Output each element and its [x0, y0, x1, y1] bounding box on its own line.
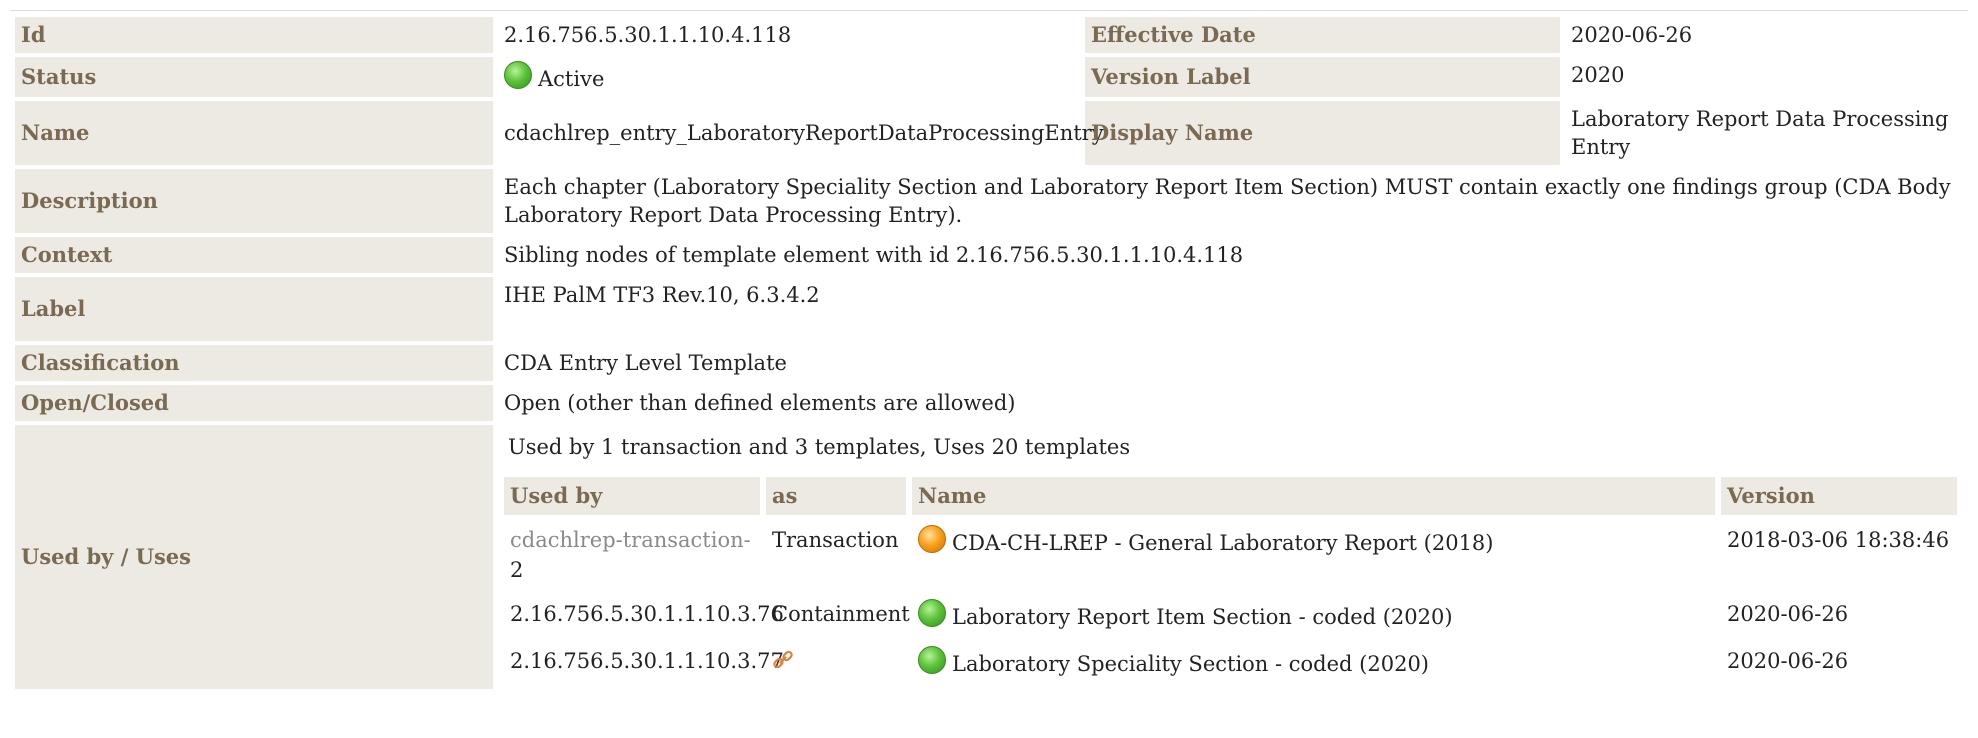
uses-header-row: Used by as Name Version: [504, 477, 1957, 515]
context-value: Sibling nodes of template element with i…: [498, 237, 1963, 273]
id-value: 2.16.756.5.30.1.1.10.4.118: [498, 17, 1080, 53]
effective-date-value: 2020-06-26: [1565, 17, 1963, 53]
version-label-label: Version Label: [1085, 57, 1560, 97]
label-label: Label: [15, 277, 493, 341]
name-cell: Laboratory Report Item Section - coded (…: [912, 595, 1715, 636]
description-label: Description: [15, 169, 493, 233]
name-link[interactable]: Laboratory Speciality Section - coded (2…: [952, 652, 1429, 676]
version-label-value: 2020: [1565, 57, 1963, 97]
used-by-link-suffix[interactable]: 2: [510, 558, 523, 582]
name-label: Name: [15, 101, 493, 165]
status-value: Active: [538, 67, 605, 91]
row-status: Status Active Version Label 2020: [15, 57, 1963, 97]
open-closed-value: Open (other than defined elements are al…: [498, 385, 1963, 421]
orange-status-dot-icon: [918, 525, 946, 553]
row-context: Context Sibling nodes of template elemen…: [15, 237, 1963, 273]
label-value: IHE PalM TF3 Rev.10, 6.3.4.2: [498, 277, 1963, 341]
status-value-cell: Active: [498, 57, 1080, 97]
used-by-cell: Used by 1 transaction and 3 templates, U…: [498, 425, 1963, 689]
display-name-label: Display Name: [1085, 101, 1560, 165]
green-status-dot-icon: [504, 61, 532, 89]
version-value: 2018-03-06 18:38:46: [1727, 528, 1950, 552]
effective-date-label: Effective Date: [1085, 17, 1560, 53]
context-label: Context: [15, 237, 493, 273]
table-row: 2.16.756.5.30.1.1.10.3.76 Containment La…: [504, 595, 1957, 636]
uses-table: Used by as Name Version cdachlrep-transa…: [498, 471, 1963, 689]
col-header-name: Name: [912, 477, 1715, 515]
as-value: Transaction: [772, 528, 899, 552]
version-value: 2020-06-26: [1727, 649, 1849, 673]
green-status-dot-icon: [918, 646, 946, 674]
table-row: cdachlrep-transaction- 2 Transaction CDA-…: [504, 521, 1957, 589]
as-cell: [766, 642, 906, 683]
status-label: Status: [15, 57, 493, 97]
green-status-dot-icon: [918, 599, 946, 627]
classification-label: Classification: [15, 345, 493, 381]
id-label: Id: [15, 17, 493, 53]
classification-value: CDA Entry Level Template: [498, 345, 1963, 381]
row-name: Name cdachlrep_entry_LaboratoryReportDat…: [15, 101, 1963, 165]
row-classification: Classification CDA Entry Level Template: [15, 345, 1963, 381]
name-link[interactable]: Laboratory Report Item Section - coded (…: [952, 605, 1453, 629]
used-by-link[interactable]: cdachlrep-transaction- 2: [504, 521, 760, 589]
row-description: Description Each chapter (Laboratory Spe…: [15, 169, 1963, 233]
template-details-panel: Id 2.16.756.5.30.1.1.10.4.118 Effective …: [10, 10, 1968, 693]
name-link[interactable]: CDA-CH-LREP - General Laboratory Report …: [952, 531, 1494, 555]
col-header-as: as: [766, 477, 906, 515]
used-by-label: Used by / Uses: [15, 425, 493, 689]
name-cell: Laboratory Speciality Section - coded (2…: [912, 642, 1715, 683]
open-closed-label: Open/Closed: [15, 385, 493, 421]
row-open-closed: Open/Closed Open (other than defined ele…: [15, 385, 1963, 421]
chain-link-icon: [773, 650, 793, 669]
col-header-version: Version: [1721, 477, 1957, 515]
display-name-value: Laboratory Report Data Processing Entry: [1565, 101, 1963, 165]
used-by-link-prefix[interactable]: cdachlrep-transaction-: [510, 528, 751, 552]
row-label: Label IHE PalM TF3 Rev.10, 6.3.4.2: [15, 277, 1963, 341]
uses-summary: Used by 1 transaction and 3 templates, U…: [508, 435, 1131, 459]
table-row: 2.16.756.5.30.1.1.10.3.77 Laboratory Spe…: [504, 642, 1957, 683]
used-by-link[interactable]: 2.16.756.5.30.1.1.10.3.77: [504, 642, 784, 683]
version-value: 2020-06-26: [1727, 602, 1849, 626]
col-header-used-by: Used by: [504, 477, 760, 515]
template-properties-table: Id 2.16.756.5.30.1.1.10.4.118 Effective …: [10, 13, 1968, 693]
used-by-link[interactable]: 2.16.756.5.30.1.1.10.3.76: [504, 595, 784, 636]
description-value: Each chapter (Laboratory Speciality Sect…: [498, 169, 1963, 233]
name-cell: CDA-CH-LREP - General Laboratory Report …: [912, 521, 1715, 589]
name-value: cdachlrep_entry_LaboratoryReportDataProc…: [498, 101, 1104, 165]
row-id: Id 2.16.756.5.30.1.1.10.4.118 Effective …: [15, 17, 1963, 53]
as-value: Containment: [772, 602, 910, 626]
row-used-by: Used by / Uses Used by 1 transaction and…: [15, 425, 1963, 689]
